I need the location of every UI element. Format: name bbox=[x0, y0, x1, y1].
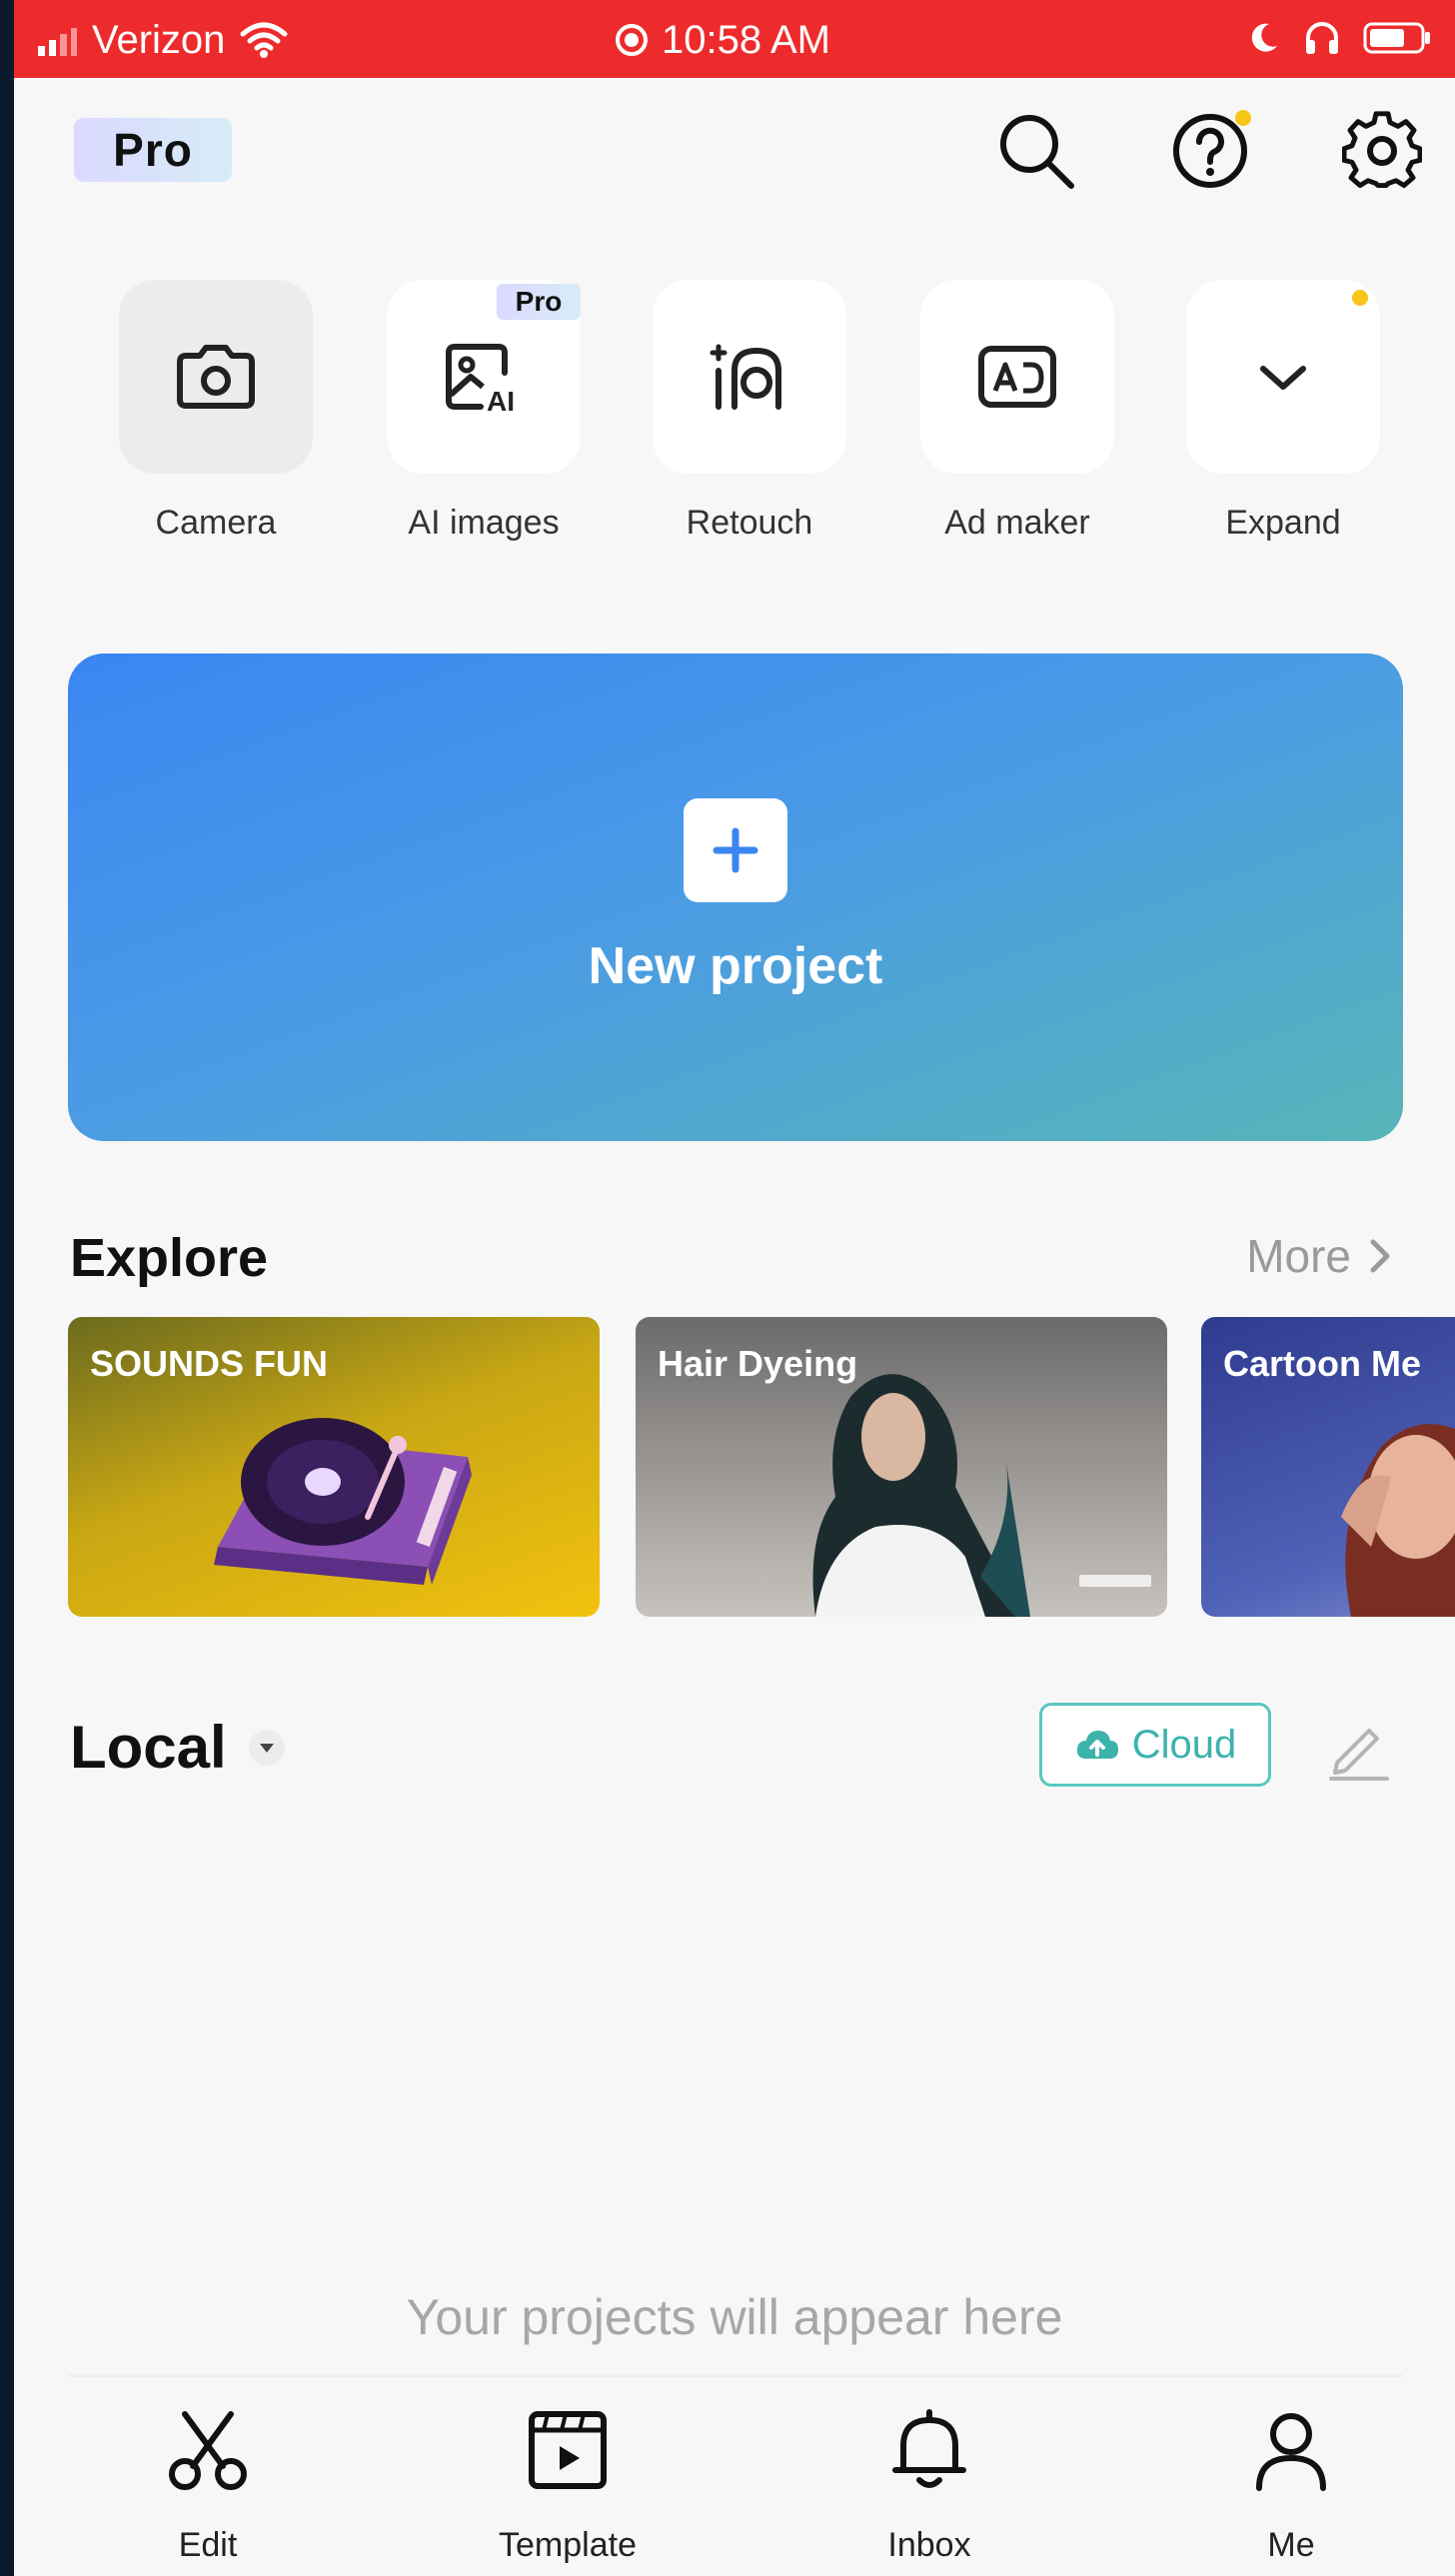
svg-text:AI: AI bbox=[487, 386, 515, 417]
signal-icon bbox=[38, 28, 77, 56]
plus-tile bbox=[684, 798, 787, 902]
tool-retouch[interactable]: Retouch bbox=[650, 280, 849, 543]
status-center: 10:58 AM bbox=[614, 18, 830, 62]
explore-card-cartoon-me[interactable]: Cartoon Me bbox=[1201, 1317, 1455, 1617]
nav-edit-label: Edit bbox=[178, 2526, 238, 2564]
nav-inbox[interactable]: Inbox bbox=[819, 2408, 1039, 2565]
tool-expand[interactable]: Expand bbox=[1183, 280, 1383, 543]
nav-template-label: Template bbox=[499, 2526, 637, 2564]
nav-inbox-label: Inbox bbox=[887, 2526, 971, 2564]
nav-divider bbox=[68, 2374, 1403, 2377]
settings-icon bbox=[1342, 111, 1422, 189]
chevron-right-icon bbox=[1370, 1239, 1390, 1273]
carrier-name: Verizon bbox=[92, 18, 226, 62]
plus-icon bbox=[713, 827, 758, 873]
scissors-icon bbox=[169, 2411, 247, 2490]
settings-button[interactable] bbox=[1339, 108, 1425, 194]
tool-ad-maker-label: Ad maker bbox=[944, 504, 1090, 542]
caret-down-icon bbox=[248, 1729, 285, 1766]
explore-more-link[interactable]: More bbox=[1246, 1229, 1395, 1283]
retouch-tile[interactable] bbox=[653, 280, 846, 474]
tool-retouch-label: Retouch bbox=[686, 504, 813, 542]
expand-notification-dot bbox=[1352, 290, 1368, 306]
wifi-icon bbox=[240, 22, 288, 58]
help-notification-dot bbox=[1235, 110, 1251, 126]
ad-maker-icon bbox=[978, 346, 1056, 408]
tool-camera[interactable]: Camera bbox=[116, 280, 316, 543]
pro-badge[interactable]: Pro bbox=[74, 118, 232, 182]
nav-me[interactable]: Me bbox=[1181, 2408, 1401, 2565]
ai-images-tile[interactable]: AI Pro bbox=[387, 280, 581, 474]
status-bar: Verizon 10:58 AM bbox=[14, 0, 1455, 78]
local-title: Local bbox=[70, 1714, 227, 1781]
camera-tile[interactable] bbox=[119, 280, 313, 474]
explore-card-hair-dyeing[interactable]: Hair Dyeing bbox=[636, 1317, 1167, 1617]
tool-ad-maker[interactable]: Ad maker bbox=[917, 280, 1117, 543]
screen-record-icon bbox=[616, 24, 648, 56]
bottom-nav: Edit Template Inbox Me bbox=[14, 2378, 1455, 2576]
cloud-upload-icon bbox=[1076, 1731, 1118, 1759]
expand-tile[interactable] bbox=[1186, 280, 1380, 474]
tool-expand-label: Expand bbox=[1225, 504, 1341, 542]
bell-icon bbox=[892, 2409, 966, 2488]
status-left: Verizon bbox=[34, 18, 289, 62]
pencil-icon[interactable] bbox=[1323, 1711, 1393, 1781]
new-project-label: New project bbox=[588, 937, 883, 995]
explore-card-label: Cartoon Me bbox=[1223, 1343, 1421, 1384]
nav-edit[interactable]: Edit bbox=[98, 2408, 318, 2565]
explore-card-label: Hair Dyeing bbox=[658, 1343, 858, 1384]
cloud-label: Cloud bbox=[1131, 1722, 1237, 1767]
nav-me-label: Me bbox=[1267, 2526, 1315, 2564]
status-time: 10:58 AM bbox=[662, 18, 831, 62]
more-label: More bbox=[1246, 1230, 1351, 1282]
explore-title: Explore bbox=[70, 1228, 269, 1288]
help-button[interactable] bbox=[1167, 108, 1253, 194]
ad-maker-tile[interactable] bbox=[920, 280, 1114, 474]
template-icon bbox=[529, 2411, 607, 2489]
headphones-icon bbox=[1306, 22, 1338, 54]
retouch-icon bbox=[710, 344, 781, 410]
camera-icon bbox=[177, 345, 255, 409]
search-icon bbox=[1000, 115, 1074, 189]
local-dropdown[interactable]: Local bbox=[70, 1713, 287, 1782]
moon-icon bbox=[1251, 23, 1277, 52]
cloud-button[interactable]: Cloud bbox=[1039, 1703, 1271, 1787]
tool-camera-label: Camera bbox=[155, 504, 277, 542]
person-icon bbox=[1256, 2413, 1326, 2491]
ai-image-icon: AI bbox=[446, 344, 515, 417]
status-right bbox=[1247, 20, 1433, 56]
ai-images-pro-badge: Pro bbox=[497, 284, 581, 320]
app-screen: Verizon 10:58 AM Pro Camera AI Pro AI im… bbox=[14, 0, 1455, 2576]
search-button[interactable] bbox=[993, 108, 1079, 194]
explore-card-sounds-fun[interactable]: SOUNDS FUN bbox=[68, 1317, 600, 1617]
chevron-down-icon bbox=[1260, 366, 1306, 390]
tool-ai-images-label: AI images bbox=[408, 504, 560, 542]
new-project-button[interactable]: New project bbox=[68, 653, 1403, 1141]
explore-card-label: SOUNDS FUN bbox=[90, 1343, 329, 1384]
battery-icon bbox=[1363, 22, 1430, 54]
tool-ai-images[interactable]: AI Pro AI images bbox=[384, 280, 584, 543]
empty-projects-message: Your projects will appear here bbox=[406, 2289, 1063, 2345]
nav-template[interactable]: Template bbox=[458, 2408, 678, 2565]
